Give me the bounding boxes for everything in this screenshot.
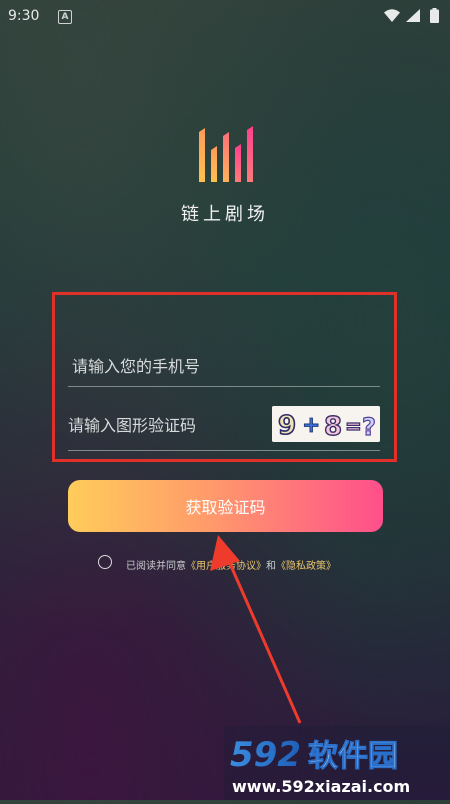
svg-text:www.592xiazai.com: www.592xiazai.com: [232, 777, 410, 796]
svg-text:+: +: [302, 413, 320, 438]
app-logo: [199, 126, 253, 182]
captcha-input-underline: [68, 450, 380, 451]
svg-text:592: 592: [230, 735, 301, 775]
wifi-icon: [384, 9, 400, 22]
captcha-input[interactable]: [66, 406, 270, 444]
captcha-image[interactable]: 9 + 8 = ?: [272, 406, 380, 442]
annotation-arrow: [210, 535, 302, 724]
svg-text:=: =: [345, 414, 362, 438]
svg-text:?: ?: [362, 413, 376, 441]
agreement-checkbox[interactable]: [98, 555, 112, 569]
app-name: 链上剧场: [181, 204, 269, 225]
svg-text:软件园: 软件园: [308, 739, 398, 774]
svg-text:8: 8: [324, 412, 342, 442]
phone-number-input[interactable]: [68, 346, 388, 386]
get-verification-code-button[interactable]: 获取验证码: [68, 480, 383, 532]
status-bar: 9:30 A: [0, 0, 450, 32]
battery-icon: [430, 8, 439, 23]
phone-input-underline: [68, 386, 380, 387]
watermark: 592 软件园 www.592xiazai.com: [224, 726, 450, 800]
status-time: 9:30: [8, 8, 40, 24]
notification-a-icon: A: [58, 10, 72, 24]
watermark-logo: 592 软件园 www.592xiazai.com: [224, 726, 450, 800]
agreement-prefix: 已阅读并同意: [126, 561, 186, 572]
svg-text:9: 9: [278, 411, 296, 441]
signal-icon: [406, 9, 420, 22]
